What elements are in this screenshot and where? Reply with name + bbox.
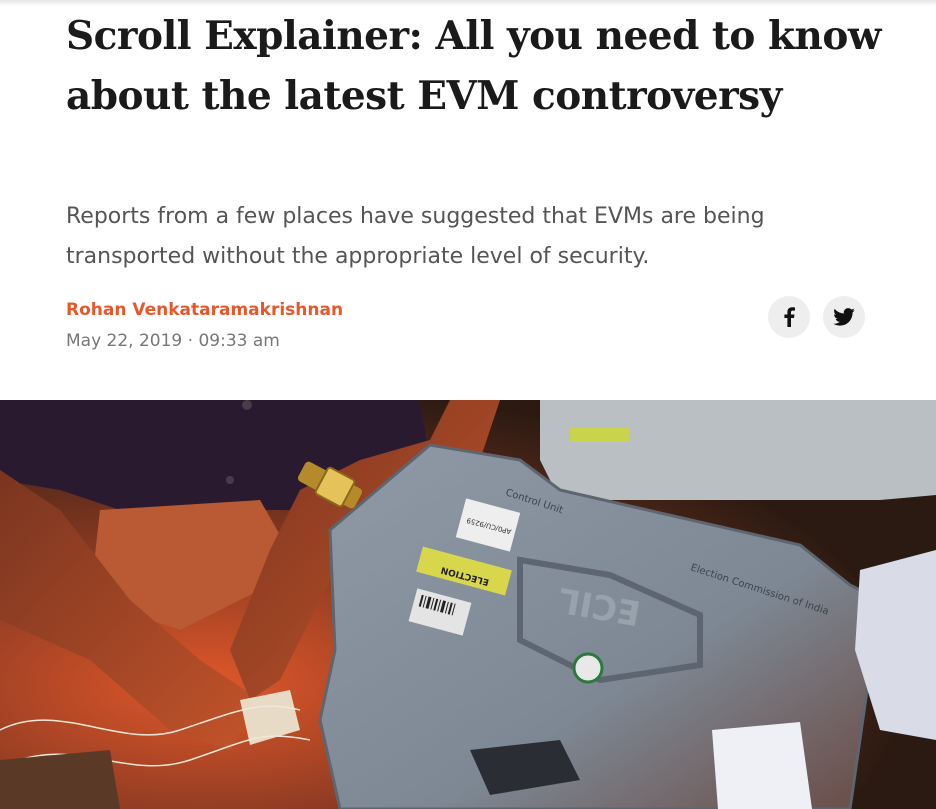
- hero-illustration: ECIL Election Commission of India Contro…: [0, 400, 936, 809]
- article-page: Scroll Explainer: All you need to know a…: [0, 0, 936, 809]
- table-surface: [0, 750, 120, 809]
- publish-time: 09:33 am: [198, 331, 280, 351]
- publish-date: May 22, 2019: [66, 331, 183, 351]
- background-sticker: [570, 428, 630, 442]
- evm-round-seal: [572, 652, 604, 684]
- handwritten-note: [712, 722, 812, 809]
- date-separator: ·: [187, 331, 194, 351]
- author-link[interactable]: Rohan Venkataramakrishnan: [66, 298, 343, 322]
- publish-dateline: May 22, 2019 · 09:33 am: [66, 329, 280, 353]
- shirt-button: [242, 400, 252, 410]
- shirt-button: [226, 476, 234, 484]
- background-machine: [540, 400, 936, 500]
- facebook-icon: [783, 307, 795, 327]
- article-summary: Reports from a few places have suggested…: [66, 204, 765, 269]
- article-headline: Scroll Explainer: All you need to know a…: [66, 13, 882, 119]
- facebook-share-button[interactable]: [768, 296, 810, 338]
- twitter-icon: [833, 308, 855, 326]
- hero-image: ECIL Election Commission of India Contro…: [0, 400, 936, 809]
- twitter-share-button[interactable]: [823, 296, 865, 338]
